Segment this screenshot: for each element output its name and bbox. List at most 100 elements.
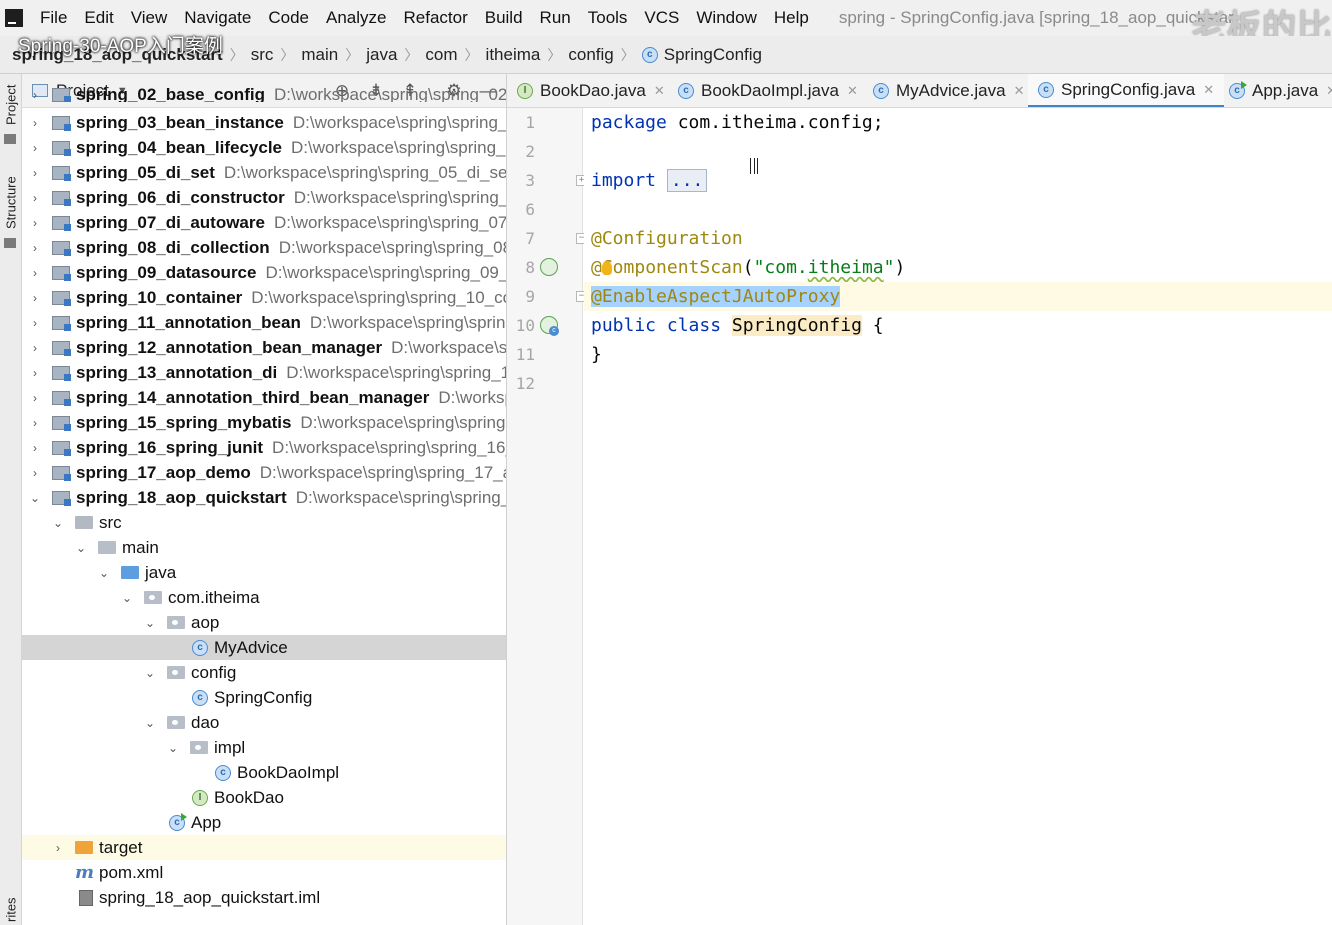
chevron-down-icon[interactable]: ⌄ (120, 591, 134, 605)
tree-row-file[interactable]: m pom.xml (22, 860, 506, 885)
tree-row-package[interactable]: ⌄ aop (22, 610, 506, 635)
tree-row-package[interactable]: ⌄ config (22, 660, 506, 685)
close-icon[interactable]: ✕ (1326, 83, 1332, 99)
menu-window[interactable]: Window (687, 8, 764, 28)
menu-analyze[interactable]: Analyze (317, 8, 394, 28)
close-icon[interactable]: ✕ (847, 83, 858, 99)
tree-row-folder[interactable]: ⌄ java (22, 560, 506, 585)
chevron-down-icon[interactable]: ⌄ (143, 716, 157, 730)
menu-tools[interactable]: Tools (579, 8, 636, 28)
chevron-down-icon[interactable]: ⌄ (143, 666, 157, 680)
tab-bookdao[interactable]: I BookDao.java ✕ (517, 74, 665, 107)
tree-row-module[interactable]: › spring_03_bean_instance D:\workspace\s… (22, 110, 506, 135)
chevron-right-icon[interactable]: › (28, 416, 42, 430)
tab-springconfig[interactable]: c SpringConfig.java ✕ (1028, 74, 1225, 107)
chevron-right-icon[interactable]: › (28, 441, 42, 455)
breadcrumb-main[interactable]: main (301, 45, 338, 65)
chevron-down-icon[interactable]: ⌄ (51, 516, 65, 530)
tree-row-module[interactable]: › spring_16_spring_junit D:\workspace\sp… (22, 435, 506, 460)
chevron-right-icon[interactable]: › (28, 466, 42, 480)
tree-row-interface[interactable]: I BookDao (22, 785, 506, 810)
tree-row-module[interactable]: ⌄ spring_18_aop_quickstart D:\workspace\… (22, 485, 506, 510)
tab-app[interactable]: c App.java ✕ (1229, 74, 1332, 107)
menu-build[interactable]: Build (476, 8, 531, 28)
code-editor[interactable]: package com.itheima.config; import ... @… (584, 108, 1332, 925)
breadcrumb-springconfig[interactable]: SpringConfig (664, 45, 762, 65)
chevron-down-icon[interactable]: ⌄ (143, 616, 157, 630)
chevron-right-icon[interactable]: › (28, 366, 42, 380)
tree-row-class[interactable]: c App (22, 810, 506, 835)
chevron-right-icon[interactable]: › (28, 216, 42, 230)
chevron-right-icon[interactable]: › (51, 841, 65, 855)
chevron-right-icon[interactable]: › (28, 391, 42, 405)
structure-tool-tab[interactable]: Structure (0, 170, 22, 236)
tree-row-package[interactable]: ⌄ com.itheima (22, 585, 506, 610)
tree-row-module[interactable]: › spring_06_di_constructor D:\workspace\… (22, 185, 506, 210)
close-icon[interactable]: ✕ (1203, 82, 1214, 98)
tab-myadvice[interactable]: c MyAdvice.java ✕ (873, 74, 1025, 107)
tab-bookdaoimpl[interactable]: c BookDaoImpl.java ✕ (678, 74, 858, 107)
menu-run[interactable]: Run (531, 8, 579, 28)
menu-vcs[interactable]: VCS (635, 8, 687, 28)
tree-row-file[interactable]: spring_18_aop_quickstart.iml (22, 885, 506, 910)
favorites-tool-tab[interactable]: rites (0, 896, 22, 924)
chevron-down-icon[interactable]: ⌄ (97, 566, 111, 580)
menu-help[interactable]: Help (765, 8, 817, 28)
spring-config-icon[interactable] (540, 316, 559, 336)
close-icon[interactable]: ✕ (654, 83, 665, 99)
tree-row-module[interactable]: › spring_11_annotation_bean D:\workspace… (22, 310, 506, 335)
tree-item-label: spring_13_annotation_di (76, 362, 278, 382)
tree-row-module[interactable]: › spring_14_annotation_third_bean_manage… (22, 385, 506, 410)
tree-row-folder[interactable]: ⌄ src (22, 510, 506, 535)
menu-view[interactable]: View (122, 8, 176, 28)
close-icon[interactable]: ✕ (1014, 83, 1025, 99)
breadcrumb-config[interactable]: config (568, 45, 613, 65)
tree-row-module[interactable]: › spring_04_bean_lifecycle D:\workspace\… (22, 135, 506, 160)
tree-row-class[interactable]: c SpringConfig (22, 685, 506, 710)
chevron-right-icon[interactable]: › (28, 241, 42, 255)
tree-row-module[interactable]: › spring_05_di_set D:\workspace\spring\s… (22, 160, 506, 185)
chevron-down-icon[interactable]: ⌄ (28, 491, 42, 505)
tree-item-label: target (99, 837, 143, 857)
chevron-down-icon[interactable]: ⌄ (166, 741, 180, 755)
tree-row-module[interactable]: › spring_17_aop_demo D:\workspace\spring… (22, 460, 506, 485)
tree-row-module[interactable]: › spring_07_di_autoware D:\workspace\spr… (22, 210, 506, 235)
menu-refactor[interactable]: Refactor (394, 8, 475, 28)
chevron-right-icon[interactable]: › (28, 316, 42, 330)
folded-imports[interactable]: ... (666, 169, 708, 192)
menu-navigate[interactable]: Navigate (175, 8, 259, 28)
chevron-right-icon[interactable]: › (28, 116, 42, 130)
menu-file[interactable]: File (31, 8, 75, 28)
chevron-right-icon[interactable]: › (28, 266, 42, 280)
tree-row-class[interactable]: c BookDaoImpl (22, 760, 506, 785)
tree-row-folder[interactable]: ⌄ main (22, 535, 506, 560)
tree-row-class[interactable]: c MyAdvice (22, 635, 506, 660)
tree-row-module[interactable]: › spring_02_base_config D:\workspace\spr… (22, 88, 506, 102)
spring-bean-icon[interactable] (540, 258, 558, 276)
project-tool-tab[interactable]: Project (0, 80, 22, 130)
chevron-right-icon[interactable]: › (28, 88, 42, 102)
tree-row-package[interactable]: ⌄ impl (22, 735, 506, 760)
tree-row-folder[interactable]: › target (22, 835, 506, 860)
tree-row-module[interactable]: › spring_08_di_collection D:\workspace\s… (22, 235, 506, 260)
chevron-right-icon[interactable]: › (28, 166, 42, 180)
chevron-right-icon[interactable]: › (28, 291, 42, 305)
menu-code[interactable]: Code (259, 8, 317, 28)
breadcrumb-com[interactable]: com (425, 45, 457, 65)
breadcrumb-itheima[interactable]: itheima (486, 45, 541, 65)
breadcrumb-src[interactable]: src (251, 45, 274, 65)
chevron-right-icon[interactable]: › (28, 191, 42, 205)
chevron-right-icon[interactable]: › (28, 341, 42, 355)
tree-row-module[interactable]: › spring_15_spring_mybatis D:\workspace\… (22, 410, 506, 435)
chevron-right-icon[interactable]: › (28, 141, 42, 155)
tree-row-module[interactable]: › spring_09_datasource D:\workspace\spri… (22, 260, 506, 285)
structure-icon (4, 238, 16, 248)
lightbulb-icon[interactable] (601, 261, 612, 275)
tree-row-module[interactable]: › spring_13_annotation_di D:\workspace\s… (22, 360, 506, 385)
tree-row-module[interactable]: › spring_10_container D:\workspace\sprin… (22, 285, 506, 310)
tree-row-package[interactable]: ⌄ dao (22, 710, 506, 735)
chevron-down-icon[interactable]: ⌄ (74, 541, 88, 555)
breadcrumb-java[interactable]: java (366, 45, 397, 65)
menu-edit[interactable]: Edit (75, 8, 121, 28)
tree-row-module[interactable]: › spring_12_annotation_bean_manager D:\w… (22, 335, 506, 360)
